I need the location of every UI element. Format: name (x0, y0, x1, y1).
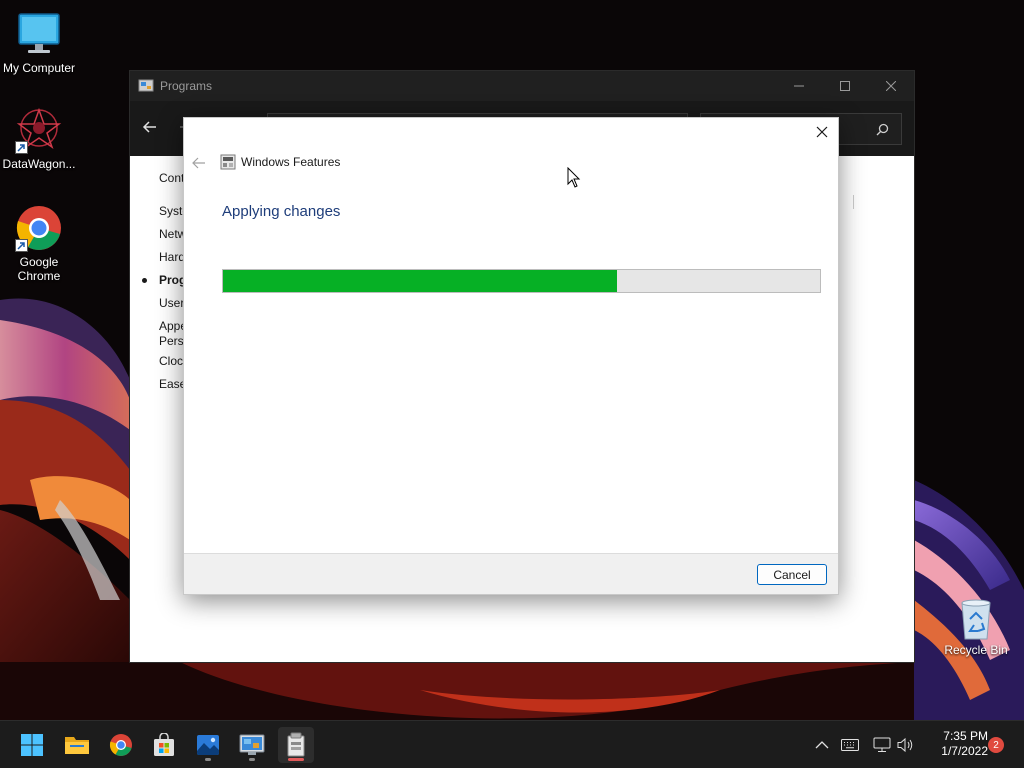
desktop-icon-datawagon[interactable]: DataWagon... (0, 106, 79, 171)
start-button[interactable] (14, 727, 50, 763)
dialog-footer: Cancel (184, 553, 838, 594)
photos-icon (197, 735, 219, 755)
desktop-icon-google-chrome[interactable]: Google Chrome (0, 204, 79, 283)
running-indicator (249, 758, 255, 761)
active-item-bullet (142, 278, 147, 283)
clock-time: 7:35 PM (943, 729, 988, 743)
taskbar: 7:35 PM 1/7/2022 2 (0, 720, 1024, 768)
shortcut-arrow-icon (15, 239, 28, 252)
window-titlebar[interactable]: Programs (130, 71, 914, 101)
active-indicator (288, 758, 304, 761)
volume-button[interactable] (896, 735, 916, 755)
network-icon (873, 737, 891, 752)
windows-features-dialog: Windows Features Applying changes Cancel (183, 117, 839, 595)
maximize-icon (840, 81, 850, 91)
window-title: Programs (160, 79, 213, 93)
chrome-icon (15, 204, 63, 252)
chevron-up-icon (815, 741, 829, 749)
control-panel-icon (138, 79, 154, 92)
keyboard-button[interactable] (840, 735, 860, 755)
search-icon (876, 123, 889, 136)
taskbar-photos[interactable] (190, 727, 226, 763)
progress-bar-fill (223, 270, 618, 292)
minimize-button[interactable] (776, 71, 822, 101)
keyboard-icon (841, 739, 859, 751)
desktop-icon-label: My Computer (2, 61, 76, 75)
show-hidden-icons-button[interactable] (812, 735, 832, 755)
status-heading: Applying changes (222, 203, 341, 220)
sidebar-item-user-accounts[interactable]: User (159, 296, 184, 310)
windows-features-icon (220, 154, 236, 170)
sidebar-item-hardware[interactable]: Hard (159, 250, 185, 264)
desktop-icon-label: DataWagon... (2, 157, 76, 171)
back-arrow-icon (192, 157, 205, 169)
cancel-button[interactable]: Cancel (757, 564, 827, 585)
dialog-title: Windows Features (241, 155, 341, 169)
desktop-icon-my-computer[interactable]: My Computer (0, 10, 79, 75)
taskbar-store[interactable] (146, 727, 182, 763)
clock[interactable]: 7:35 PM 1/7/2022 (924, 729, 988, 759)
clock-date: 1/7/2022 (941, 744, 988, 758)
minimize-icon (794, 85, 804, 87)
running-indicator (205, 758, 211, 761)
close-icon[interactable] (814, 124, 830, 140)
desktop-icon-label: Recycle Bin (944, 643, 1008, 657)
mouse-cursor-icon (567, 167, 581, 188)
network-button[interactable] (872, 735, 892, 755)
file-explorer-icon (65, 737, 89, 754)
datawagon-logo-icon (15, 106, 63, 154)
back-arrow-icon[interactable] (142, 119, 158, 135)
sidebar-item-control-panel-home[interactable]: Cont (159, 171, 184, 185)
taskbar-installer[interactable] (278, 727, 314, 763)
close-window-button[interactable] (868, 71, 914, 101)
speaker-icon (897, 737, 913, 753)
taskbar-chrome[interactable] (103, 727, 139, 763)
installer-icon (287, 732, 305, 757)
shortcut-arrow-icon (15, 141, 28, 154)
recycle-bin-icon (961, 599, 991, 640)
close-icon (886, 81, 896, 91)
monitor-icon (15, 10, 63, 58)
notification-badge[interactable]: 2 (988, 737, 1004, 753)
link-separator (853, 195, 854, 209)
chrome-icon (109, 734, 132, 756)
maximize-button[interactable] (822, 71, 868, 101)
store-icon (154, 733, 174, 756)
desktop-icon-recycle-bin[interactable]: Recycle Bin (940, 597, 1012, 657)
desktop-icon-label: Google Chrome (17, 255, 61, 283)
taskbar-file-explorer[interactable] (59, 727, 95, 763)
progress-bar (222, 269, 821, 293)
taskbar-control-panel[interactable] (234, 727, 270, 763)
control-panel-icon (239, 734, 265, 755)
start-icon (21, 734, 43, 756)
